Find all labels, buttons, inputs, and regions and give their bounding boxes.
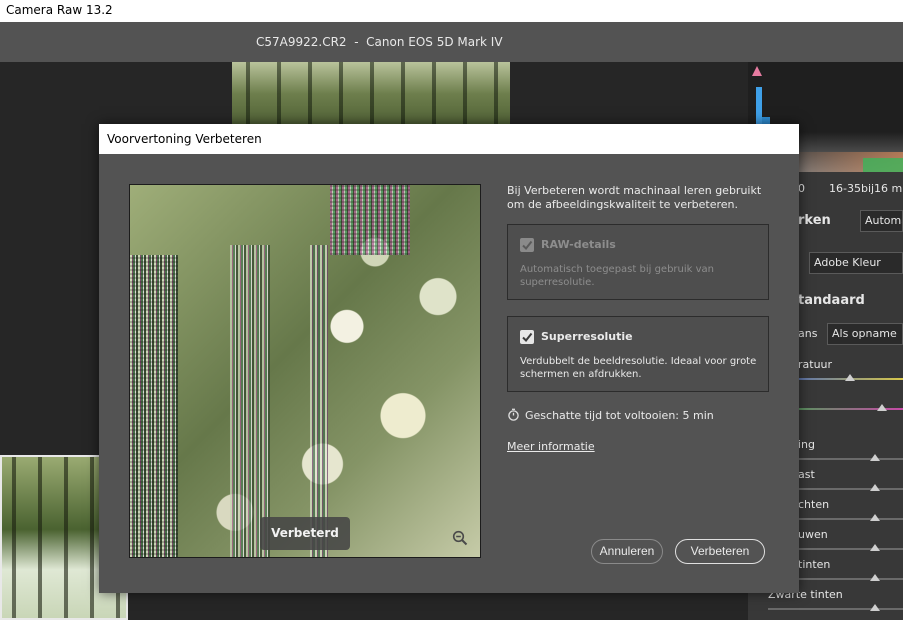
slider-label-contrast: ast (798, 468, 815, 481)
highlights-slider-thumb[interactable] (870, 514, 880, 521)
white-balance-select[interactable]: Als opname (827, 323, 903, 345)
raw-details-description: Automatisch toegepast bij gebruik van su… (520, 264, 714, 288)
lens-info: 16-35bij16 mm (829, 182, 903, 195)
blacks-slider-thumb[interactable] (870, 604, 880, 611)
raw-details-checkbox (520, 238, 534, 252)
blacks-slider[interactable] (768, 608, 903, 610)
shadow-clipping-icon[interactable] (752, 66, 762, 76)
stopwatch-icon (508, 408, 519, 421)
estimated-time-text: Geschatte tijd tot voltooien: 5 min (525, 409, 714, 422)
enhance-preview-dialog: Voorvertoning Verbeteren Verbeterd Bij V… (99, 124, 799, 593)
value-zero: 0 (798, 182, 805, 195)
preview-detail-texture (130, 255, 178, 557)
tint-slider-thumb[interactable] (877, 404, 887, 411)
zoom-out-icon[interactable] (452, 530, 468, 546)
profile-standard-label: tandaard (798, 293, 865, 308)
contrast-slider-thumb[interactable] (870, 484, 880, 491)
white-balance-label: ans (798, 327, 818, 340)
file-title: C57A9922.CR2 - Canon EOS 5D Mark IV (256, 35, 503, 49)
enhance-preview-image[interactable]: Verbeterd (129, 184, 481, 558)
super-resolution-checkbox[interactable] (520, 330, 534, 344)
temperature-label: ratuur (798, 358, 833, 371)
preview-detail-texture-4 (330, 185, 410, 255)
checkmark-icon (522, 240, 533, 251)
app-header: C57A9922.CR2 - Canon EOS 5D Mark IV (0, 22, 903, 62)
cancel-button[interactable]: Annuleren (591, 539, 663, 564)
super-resolution-description: Verdubbelt de beeldresolutie. Ideaal voo… (520, 356, 757, 380)
histogram-green-channel (863, 158, 903, 172)
checkmark-icon (522, 332, 533, 343)
slider-label-shadows: uwen (798, 528, 828, 541)
section-heading: rken (798, 213, 831, 228)
super-resolution-option: Superresolutie Verdubbelt de beeldresolu… (507, 316, 769, 392)
window-title: Camera Raw 13.2 (0, 0, 903, 22)
preview-detail-texture-3 (310, 245, 328, 557)
auto-select[interactable]: Automat (860, 210, 903, 232)
enhance-button[interactable]: Verbeteren (675, 539, 765, 564)
exposure-slider-thumb[interactable] (870, 454, 880, 461)
shadows-slider-thumb[interactable] (870, 544, 880, 551)
temperature-slider-thumb[interactable] (845, 374, 855, 381)
slider-label-highlights: chten (798, 498, 830, 511)
raw-details-option: RAW-details Automatisch toegepast bij ge… (507, 224, 769, 300)
profile-select[interactable]: Adobe Kleur (809, 252, 903, 274)
super-resolution-label[interactable]: Superresolutie (541, 330, 633, 344)
slider-label-whites: tinten (798, 558, 831, 571)
whites-slider-thumb[interactable] (870, 574, 880, 581)
dialog-intro-text: Bij Verbeteren wordt machinaal leren geb… (507, 184, 762, 211)
dialog-title: Voorvertoning Verbeteren (99, 124, 799, 154)
preview-detail-texture-2 (230, 245, 270, 557)
more-info-link[interactable]: Meer informatie (507, 440, 595, 454)
estimated-time-row: Geschatte tijd tot voltooien: 5 min (507, 408, 714, 423)
raw-details-label: RAW-details (541, 238, 616, 251)
enhanced-toggle-badge[interactable]: Verbeterd (260, 517, 350, 550)
slider-label-exposure: ing (798, 438, 816, 451)
